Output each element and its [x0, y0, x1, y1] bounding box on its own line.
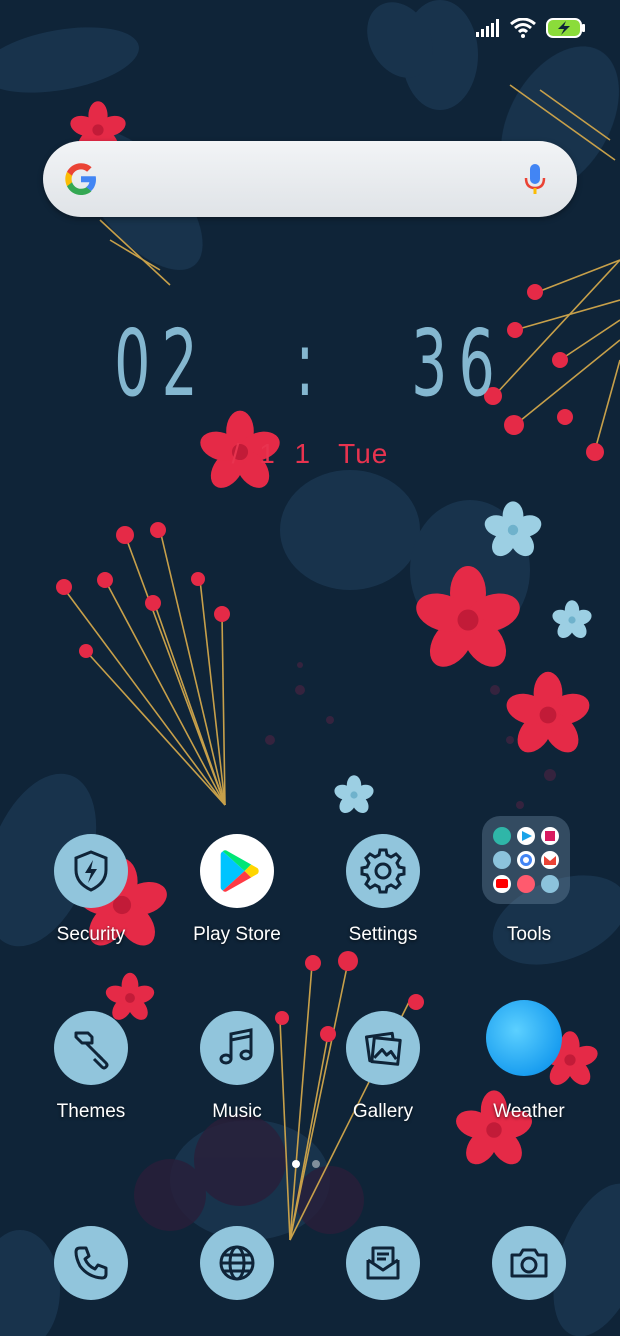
app-icon-frame — [338, 1003, 428, 1093]
wifi-icon — [510, 18, 536, 38]
app-weather[interactable]: Weather — [464, 1000, 594, 1123]
app-icon-frame — [192, 1218, 282, 1308]
music-note-icon — [219, 1028, 253, 1065]
clock-hours: 02 — [114, 310, 210, 417]
app-icon-frame — [46, 826, 136, 916]
app-label: Weather — [493, 1101, 565, 1122]
page-indicator — [292, 1160, 320, 1168]
status-bar — [476, 14, 586, 42]
day-text: Tue — [338, 438, 389, 469]
page-dot-active[interactable] — [292, 1160, 300, 1168]
camera-icon — [510, 1248, 548, 1278]
app-icon-frame — [482, 816, 574, 916]
app-icon-frame — [484, 1218, 574, 1308]
app-icon-frame — [46, 1218, 136, 1308]
app-icon-disc — [200, 834, 274, 908]
app-icon-frame — [192, 1003, 282, 1093]
dock-messages[interactable] — [318, 1218, 448, 1308]
app-icon-disc — [54, 834, 128, 908]
gear-icon — [360, 848, 406, 894]
app-icon-disc — [346, 1226, 420, 1300]
app-icon-disc — [200, 1226, 274, 1300]
app-label: Settings — [348, 924, 418, 945]
app-play-store[interactable]: Play Store — [172, 826, 302, 946]
app-icon-disc — [54, 1011, 128, 1085]
folder-mini-icons — [493, 827, 559, 893]
gallery-icon — [364, 1031, 402, 1066]
date-line: / 1 1 Tue — [0, 438, 620, 470]
search-bar[interactable] — [43, 141, 577, 217]
globe-icon — [219, 1245, 255, 1281]
messages-icon — [366, 1246, 400, 1280]
signal-icon — [476, 19, 499, 37]
app-gallery[interactable]: Gallery — [318, 1003, 448, 1123]
phone-icon — [74, 1246, 108, 1280]
app-security[interactable]: Security — [26, 826, 156, 946]
battery-charging-icon — [546, 18, 585, 38]
app-label: Themes — [56, 1101, 126, 1122]
clock-minutes: 36 — [410, 310, 506, 417]
app-icon-frame — [192, 826, 282, 916]
app-icon-frame — [338, 826, 428, 916]
clock-widget[interactable]: 02 : 36 — [0, 318, 620, 410]
weather-icon — [486, 1000, 562, 1076]
app-label: Security — [56, 924, 126, 945]
folder-icon — [482, 816, 570, 904]
app-label: Tools — [506, 924, 552, 945]
app-icon-disc — [346, 834, 420, 908]
dock-browser[interactable] — [172, 1218, 302, 1308]
app-icon-frame — [484, 1000, 574, 1093]
paintbrush-icon — [74, 1031, 109, 1070]
search-input[interactable] — [119, 159, 523, 201]
dock-phone[interactable] — [26, 1218, 156, 1308]
app-icon-frame — [46, 1003, 136, 1093]
app-music[interactable]: Music — [172, 1003, 302, 1123]
date-text: / 1 1 — [231, 438, 317, 469]
google-logo-icon — [65, 163, 96, 195]
app-icon-disc — [200, 1011, 274, 1085]
app-icon-disc — [54, 1226, 128, 1300]
dock-camera[interactable] — [464, 1218, 594, 1308]
app-label: Music — [212, 1101, 262, 1122]
play-store-icon — [220, 850, 259, 892]
app-icon-disc — [492, 1226, 566, 1300]
clock-separator: : — [294, 310, 326, 417]
app-tools-folder[interactable]: Tools — [464, 816, 594, 946]
app-label: Play Store — [193, 924, 281, 945]
app-themes[interactable]: Themes — [26, 1003, 156, 1123]
app-icon-disc — [346, 1011, 420, 1085]
shield-bolt-icon — [74, 850, 108, 892]
app-settings[interactable]: Settings — [318, 826, 448, 946]
app-label: Gallery — [352, 1101, 414, 1122]
microphone-icon[interactable] — [523, 163, 547, 197]
page-dot[interactable] — [312, 1160, 320, 1168]
app-icon-frame — [338, 1218, 428, 1308]
